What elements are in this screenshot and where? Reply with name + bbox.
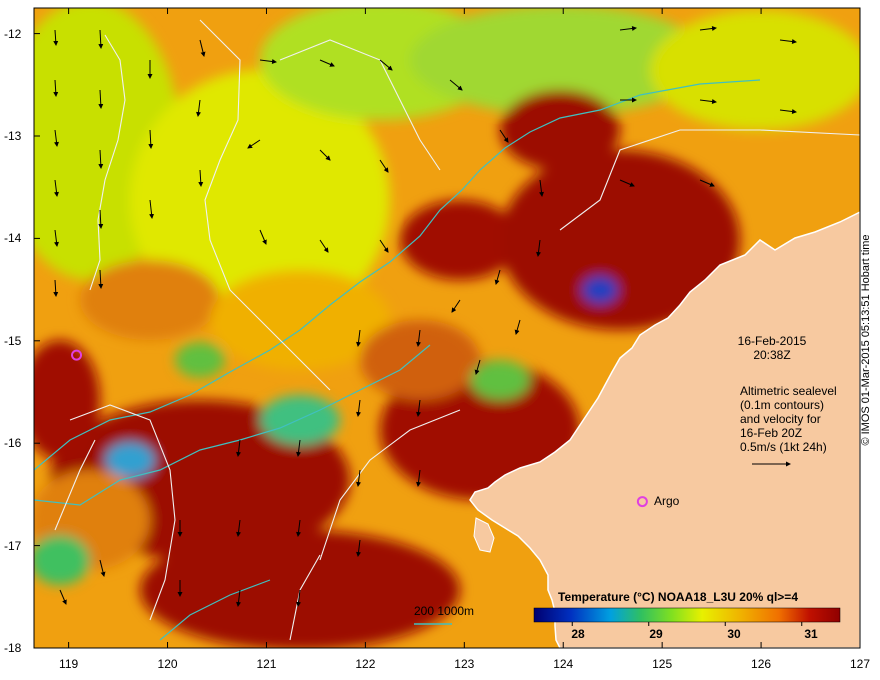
date-line: 16-Feb-2015 <box>737 334 807 348</box>
colorbar-tick-label: 28 <box>571 627 585 641</box>
credit-text: © IMOS 01-Mar-2015 05:13:51 Hobart time <box>860 234 872 446</box>
x-tick-label: 126 <box>751 657 772 671</box>
x-tick-label: 125 <box>652 657 673 671</box>
colorbar-tick-label: 30 <box>727 627 741 641</box>
y-tick-label: -14 <box>4 231 22 246</box>
altimetry-line: 16-Feb 20Z <box>740 426 803 440</box>
altimetry-line: Altimetric sealevel <box>740 384 837 398</box>
x-tick-label: 124 <box>553 657 574 671</box>
x-tick-label: 119 <box>59 657 79 671</box>
isobath-legend-label: 200 1000m <box>414 604 475 618</box>
x-tick-label: 127 <box>849 657 871 671</box>
x-tick-label: 120 <box>157 657 178 671</box>
colorbar-title: Temperature (°C) NOAA18_L3U 20% ql>=4 <box>558 590 798 604</box>
y-tick-label: -17 <box>4 538 22 553</box>
altimetry-note: Altimetric sealevel (0.1m contours) and … <box>740 384 837 454</box>
time-line: 20:38Z <box>753 348 791 362</box>
y-tick-label: -18 <box>4 641 22 655</box>
x-tick-label: 122 <box>355 657 376 671</box>
colorbar-tick-label: 31 <box>804 627 818 641</box>
altimetry-line: and velocity for <box>740 412 821 426</box>
colorbar-tick-label: 29 <box>649 627 663 641</box>
x-tick-label: 123 <box>454 657 475 671</box>
y-tick-label: -15 <box>4 333 22 348</box>
y-tick-label: -13 <box>4 129 22 143</box>
x-tick-label: 121 <box>256 657 277 671</box>
y-tick-label: -12 <box>4 26 22 41</box>
altimetry-line: (0.1m contours) <box>740 398 825 412</box>
argo-label: Argo <box>654 494 680 508</box>
y-tick-label: -16 <box>4 436 22 451</box>
colorbar-gradient <box>533 607 841 623</box>
observation-datetime: 16-Feb-2015 20:38Z <box>732 334 812 362</box>
altimetry-line: 0.5m/s (1kt 24h) <box>740 440 827 454</box>
